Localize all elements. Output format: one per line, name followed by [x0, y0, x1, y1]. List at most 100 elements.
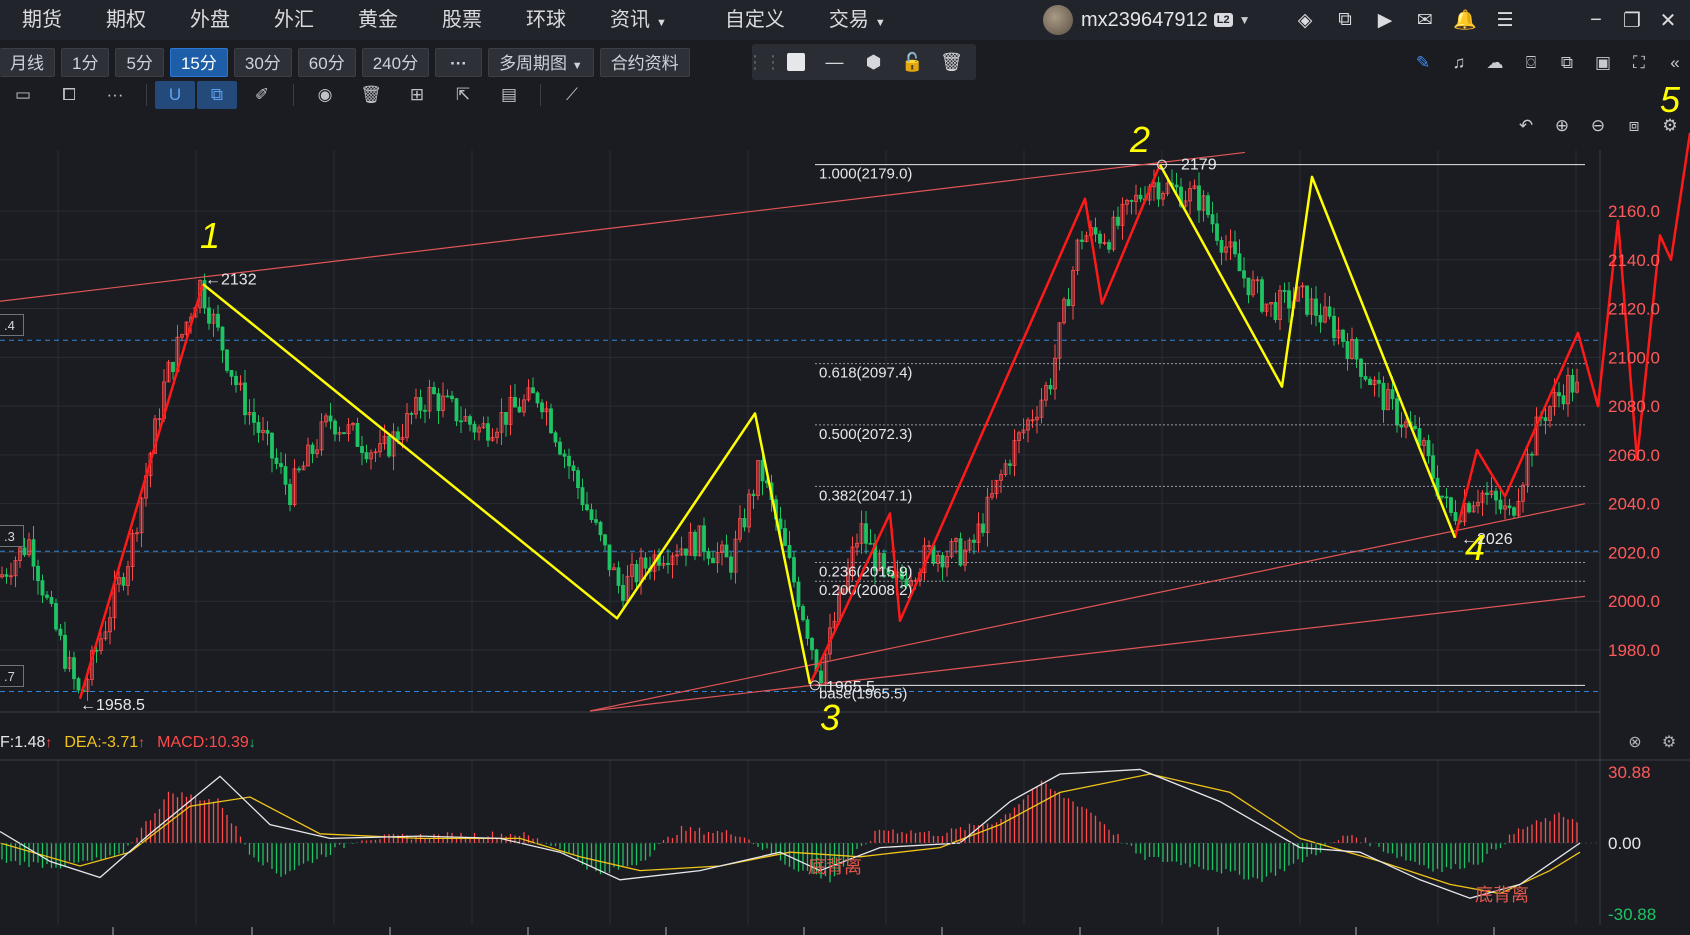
candle-body: [157, 418, 162, 421]
zoom-out-icon[interactable]: ⊖: [1580, 112, 1616, 140]
cloud-icon[interactable]: ☁: [1477, 46, 1513, 80]
camera-icon[interactable]: ⌼: [1513, 46, 1549, 80]
eye-icon[interactable]: ◉: [302, 81, 348, 109]
mail-icon[interactable]: ✉: [1405, 0, 1445, 40]
square-icon[interactable]: [776, 44, 815, 80]
unlock-icon[interactable]: 🔓: [893, 44, 932, 80]
candle-body: [639, 557, 643, 583]
menu-list-icon[interactable]: ☰: [1485, 0, 1525, 40]
more-icon[interactable]: ···: [92, 81, 138, 109]
contract-info-button[interactable]: 合约资料: [599, 47, 690, 77]
period-month-button[interactable]: 月线: [0, 47, 55, 77]
chevron-down-icon[interactable]: ▼: [1239, 13, 1251, 27]
zoom-in-icon[interactable]: ⊕: [1544, 112, 1580, 140]
candle-body: [769, 482, 774, 501]
undo-icon[interactable]: ↶: [1508, 112, 1544, 140]
candle-body: [229, 370, 234, 377]
more-periods-button[interactable]: ···: [435, 47, 483, 77]
candle-body: [1467, 502, 1471, 513]
candle-body: [1251, 279, 1255, 296]
candle-body: [40, 580, 45, 596]
username[interactable]: mx239647912: [1081, 9, 1208, 32]
crop-icon[interactable]: ⧠: [46, 81, 92, 109]
multi-period-button[interactable]: 多周期图 ▼: [488, 47, 594, 77]
grip-icon[interactable]: ⋮⋮: [746, 44, 782, 80]
period-5m-button[interactable]: 5分: [115, 47, 164, 77]
nav-item[interactable]: 交易 ▼: [807, 0, 908, 40]
note-icon[interactable]: ▤: [486, 81, 532, 109]
candle-body: [252, 412, 256, 423]
macd-value: MACD:10.39: [157, 734, 249, 751]
restore-button[interactable]: ❐: [1614, 0, 1650, 40]
delete-icon[interactable]: 🗑: [348, 81, 394, 109]
bell-icon[interactable]: 🔔: [1445, 0, 1485, 40]
period-30m-button[interactable]: 30分: [233, 47, 292, 77]
trend-line: [0, 151, 1246, 302]
period-60m-button[interactable]: 60分: [297, 47, 356, 77]
line-icon[interactable]: —: [815, 44, 854, 80]
candle-body: [1152, 182, 1156, 188]
candle-body: [702, 525, 706, 552]
candle-body: [1035, 416, 1039, 421]
close-button[interactable]: ✕: [1650, 0, 1686, 40]
nav-item[interactable]: 环球: [504, 0, 588, 40]
candle-body: [333, 420, 337, 435]
alert-icon[interactable]: ♫: [1441, 46, 1477, 80]
left-edge-price-label: .7: [0, 665, 24, 687]
candle-body: [301, 465, 306, 471]
video-icon[interactable]: ▶: [1365, 0, 1405, 40]
candle-body: [1008, 463, 1012, 466]
fit-icon[interactable]: ⧈: [1616, 112, 1652, 140]
nav-item[interactable]: 黄金: [336, 0, 420, 40]
candle-body: [1386, 389, 1390, 411]
nav-item[interactable]: 资讯 ▼: [588, 0, 689, 40]
candle-body: [297, 468, 301, 471]
wave-line-red: [78, 283, 205, 700]
comment-icon[interactable]: ▭: [0, 81, 46, 109]
period-1m-button[interactable]: 1分: [61, 47, 110, 77]
candle-body: [202, 280, 207, 309]
nav-item[interactable]: 期权: [84, 0, 168, 40]
nav-item[interactable]: 股票: [420, 0, 504, 40]
candle-body: [571, 465, 576, 471]
candle-body: [99, 638, 103, 652]
layers-icon[interactable]: ◈: [1285, 0, 1325, 40]
candle-body: [247, 412, 252, 416]
nav-item[interactable]: 自定义: [703, 0, 807, 40]
candle-body: [1278, 290, 1282, 320]
candle-body: [1206, 195, 1210, 216]
candle-body: [1417, 428, 1422, 446]
nav-item[interactable]: 外汇: [252, 0, 336, 40]
nav-item-label: 外盘: [190, 9, 230, 31]
pencil-icon[interactable]: ✐: [239, 81, 285, 109]
expand-window-icon[interactable]: ⧉: [1325, 0, 1365, 40]
pen-icon[interactable]: ✎: [1405, 46, 1441, 80]
hexagon-icon[interactable]: ⬢: [854, 44, 893, 80]
nav-item[interactable]: 外盘: [168, 0, 252, 40]
collapse-icon[interactable]: «: [1657, 46, 1690, 80]
minimize-button[interactable]: −: [1578, 0, 1614, 40]
candle-body: [121, 576, 126, 586]
grid-icon[interactable]: ⊞: [394, 81, 440, 109]
period-240m-button[interactable]: 240分: [361, 47, 430, 77]
candle-body: [918, 572, 922, 581]
monitor-icon[interactable]: ▣: [1585, 46, 1621, 80]
trash-icon[interactable]: 🗑: [932, 44, 971, 80]
candle-body: [882, 553, 886, 569]
candle-body: [1224, 246, 1228, 253]
user-menu[interactable]: mx239647912 L2 ▼: [1043, 0, 1251, 40]
magnet-icon[interactable]: U: [155, 81, 195, 109]
close-indicator-icon[interactable]: ⊗: [1622, 731, 1648, 753]
candle-body: [756, 460, 760, 496]
nav-item[interactable]: 期货: [0, 0, 84, 40]
copy-icon[interactable]: ⧉: [1549, 46, 1585, 80]
period-15m-button[interactable]: 15分: [169, 47, 228, 77]
candle-body: [621, 585, 625, 601]
settings-icon[interactable]: ⚙: [1652, 112, 1688, 140]
indicator-settings-icon[interactable]: ⚙: [1656, 731, 1682, 753]
share-icon[interactable]: ⇱: [440, 81, 486, 109]
fullscreen-icon[interactable]: ⛶: [1621, 46, 1657, 80]
overlap-icon[interactable]: ⧉: [197, 81, 237, 109]
ruler-icon[interactable]: ⟋: [549, 81, 595, 109]
avatar[interactable]: [1043, 5, 1073, 35]
